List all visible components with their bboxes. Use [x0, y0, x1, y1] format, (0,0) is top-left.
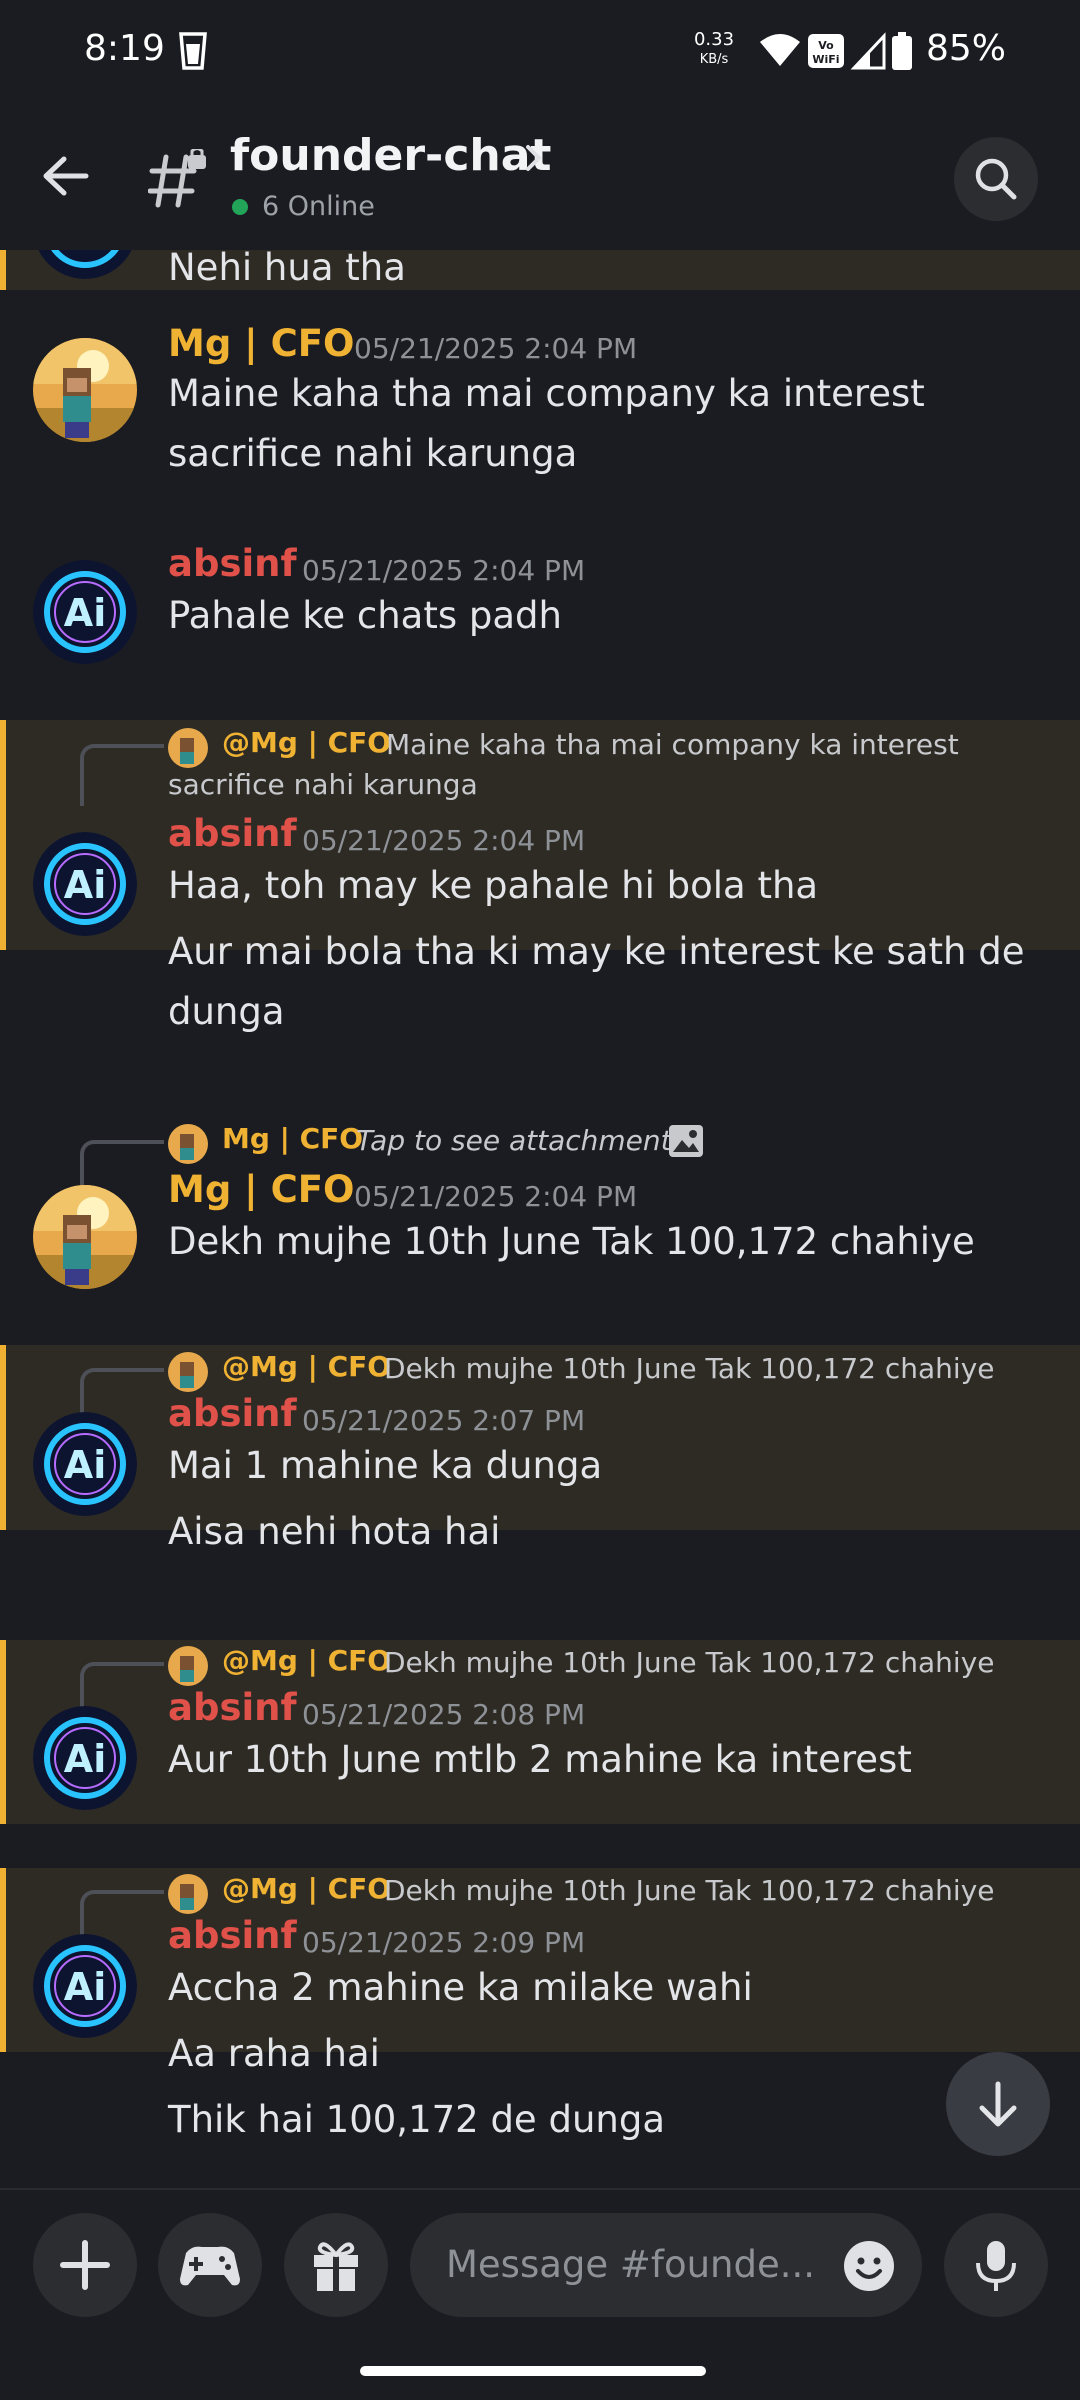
reply-preview[interactable]: Tap to see attachment	[356, 1124, 672, 1157]
reply-preview[interactable]: Dekh mujhe 10th June Tak 100,172 chahiye	[384, 1874, 995, 1907]
reply-author[interactable]: @Mg | CFO	[222, 726, 391, 759]
activities-button[interactable]	[158, 2213, 262, 2317]
message-timestamp: 05/21/2025 2:04 PM	[302, 554, 586, 587]
message-input-placeholder: Message #founde...	[446, 2243, 816, 2286]
voice-message-button[interactable]	[944, 2213, 1048, 2317]
avatar[interactable]	[33, 1185, 137, 1289]
avatar[interactable]	[33, 338, 137, 442]
avatar[interactable]: Ai	[33, 1412, 137, 1516]
message-timestamp: 05/21/2025 2:04 PM	[302, 824, 586, 857]
vowifi-icon: VoWiFi	[808, 34, 844, 68]
reply-avatar	[168, 728, 208, 768]
svg-text:Ai: Ai	[64, 1965, 106, 2009]
reply-author[interactable]: @Mg | CFO	[222, 1872, 391, 1905]
reply-preview[interactable]: Dekh mujhe 10th June Tak 100,172 chahiye	[384, 1352, 995, 1385]
message-text: Haa, toh may ke pahale hi bola tha	[168, 864, 819, 907]
svg-text:Vo: Vo	[818, 39, 834, 52]
reply-connector	[80, 744, 164, 806]
message-timestamp: 05/21/2025 2:04 PM	[354, 1180, 638, 1213]
message-author[interactable]: absinf	[168, 812, 297, 855]
search-icon	[975, 158, 1017, 200]
message-author[interactable]: absinf	[168, 1914, 297, 1957]
svg-text:Ai: Ai	[64, 1737, 106, 1781]
svg-text:Ai: Ai	[64, 591, 106, 635]
message-author[interactable]: absinf	[168, 1686, 297, 1729]
message-author[interactable]: Mg | CFO	[168, 1168, 354, 1211]
message-text: Pahale ke chats padh	[168, 594, 562, 637]
message-timestamp: 05/21/2025 2:07 PM	[302, 1404, 586, 1437]
status-time: 8:19	[84, 28, 165, 69]
status-icons: Vo WiFi	[758, 30, 918, 76]
svg-text:Ai: Ai	[64, 863, 106, 907]
gesture-nav-handle[interactable]	[360, 2366, 706, 2376]
message-author[interactable]: absinf	[168, 542, 297, 585]
arrow-down-icon	[979, 2081, 1017, 2127]
reply-avatar	[168, 1874, 208, 1914]
gift-icon	[314, 2242, 358, 2291]
battery-icon	[892, 32, 912, 70]
message-text: sacrifice nahi karunga	[168, 432, 578, 475]
plus-icon	[60, 2240, 110, 2290]
add-attachment-button[interactable]	[33, 2213, 137, 2317]
message-timestamp: 05/21/2025 2:08 PM	[302, 1698, 586, 1731]
message-text: Thik hai 100,172 de dunga	[168, 2098, 666, 2141]
battery-percent: 85%	[926, 28, 1007, 69]
message-list[interactable]: Nehi hua tha Mg | CFO 05/21/2025 2:04 PM…	[0, 250, 1080, 2185]
reply-avatar	[168, 1646, 208, 1686]
message-timestamp: 05/21/2025 2:09 PM	[302, 1926, 586, 1959]
reply-author[interactable]: @Mg | CFO	[222, 1644, 391, 1677]
online-status-dot	[232, 199, 248, 215]
avatar[interactable]: Ai	[33, 1934, 137, 2038]
search-button[interactable]	[954, 137, 1038, 221]
online-count: 6 Online	[262, 191, 375, 222]
message-text: Maine kaha tha mai company ka interest	[168, 372, 925, 415]
message-text: Aisa nehi hota hai	[168, 1510, 501, 1553]
message-text: Mai 1 mahine ka dunga	[168, 1444, 603, 1487]
message-composer: Message #founde...	[0, 2188, 1080, 2330]
gift-button[interactable]	[284, 2213, 388, 2317]
trash-icon	[178, 30, 208, 74]
message-text: Dekh mujhe 10th June Tak 100,172 chahiye	[168, 1220, 975, 1263]
reply-author[interactable]: Mg | CFO	[222, 1122, 363, 1155]
message-input[interactable]: Message #founde...	[410, 2213, 922, 2317]
emoji-icon[interactable]	[842, 2239, 896, 2297]
message-author[interactable]: Mg | CFO	[168, 322, 354, 365]
microphone-icon	[976, 2241, 1016, 2291]
message-text: Aur 10th June mtlb 2 mahine ka interest	[168, 1738, 912, 1781]
message-text: Aur mai bola tha ki may ke interest ke s…	[168, 930, 1025, 973]
reply-avatar	[168, 1352, 208, 1392]
avatar[interactable]: Ai	[33, 560, 137, 664]
message-timestamp: 05/21/2025 2:04 PM	[354, 332, 638, 365]
chevron-right-icon[interactable]	[524, 143, 544, 177]
avatar[interactable]: Ai	[33, 832, 137, 936]
reply-author[interactable]: @Mg | CFO	[222, 1350, 391, 1383]
channel-name[interactable]: founder-chat	[230, 130, 551, 181]
signal-icon	[850, 32, 886, 70]
svg-text:WiFi: WiFi	[812, 53, 839, 66]
private-channel-icon	[147, 147, 210, 213]
wifi-icon	[760, 34, 800, 66]
channel-header: founder-chat 6 Online	[0, 105, 1080, 252]
reply-preview[interactable]: Dekh mujhe 10th June Tak 100,172 chahiye	[384, 1646, 995, 1679]
reply-preview[interactable]: sacrifice nahi karunga	[168, 768, 478, 801]
image-icon	[668, 1124, 704, 1162]
reply-avatar	[168, 1124, 208, 1164]
net-speed: 0.33 KB/s	[693, 29, 735, 68]
avatar[interactable]: Ai	[33, 1706, 137, 1810]
jump-to-latest-button[interactable]	[946, 2052, 1050, 2156]
message-text: Nehi hua tha	[168, 250, 406, 289]
gamepad-icon	[180, 2246, 240, 2286]
svg-text:Ai: Ai	[64, 1443, 106, 1487]
reply-preview[interactable]: Maine kaha tha mai company ka interest	[386, 728, 959, 761]
back-arrow-icon[interactable]	[40, 155, 90, 201]
message-author[interactable]: absinf	[168, 1392, 297, 1435]
message-text: Aa raha hai	[168, 2032, 380, 2075]
message-text: Accha 2 mahine ka milake wahi	[168, 1966, 753, 2009]
status-bar: 8:19 0.33 KB/s Vo WiFi 85%	[0, 0, 1080, 105]
message-text: dunga	[168, 990, 285, 1033]
